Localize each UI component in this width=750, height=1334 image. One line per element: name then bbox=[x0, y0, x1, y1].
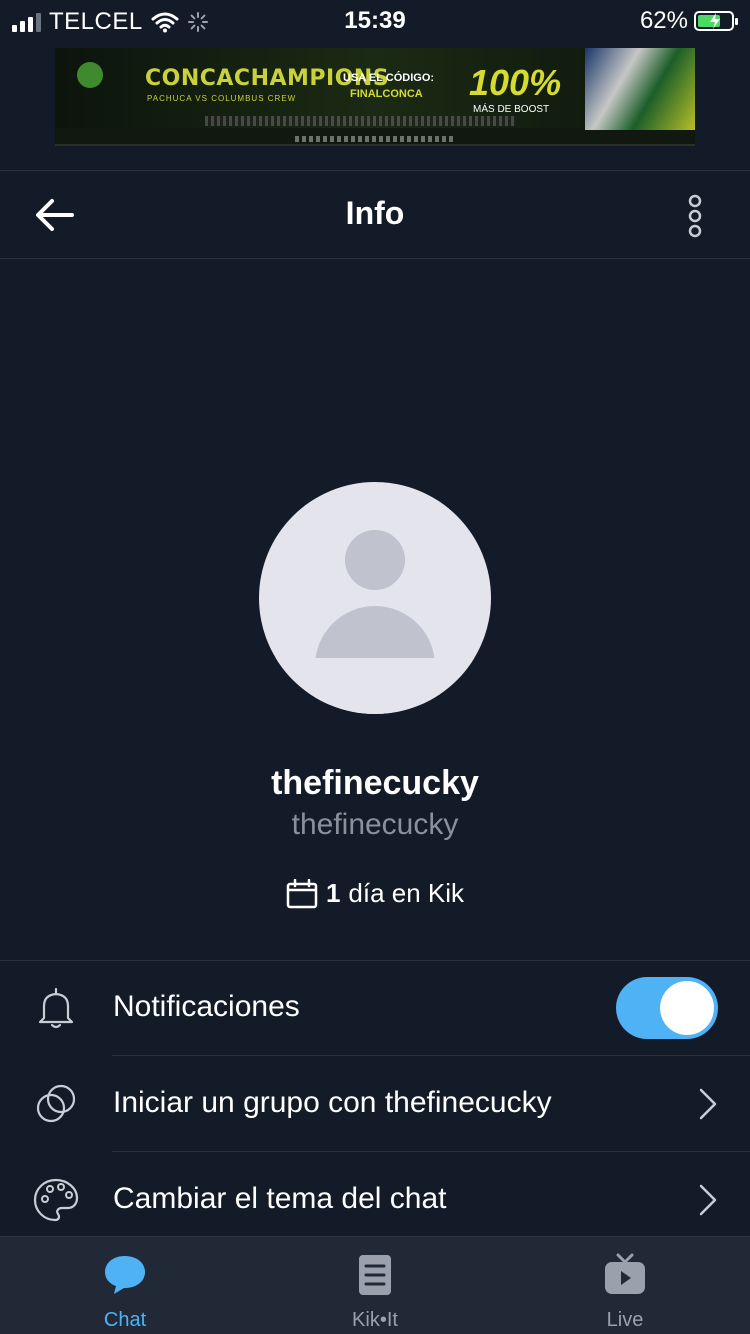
avatar-head bbox=[345, 530, 405, 590]
ad-code-label: USA EL CÓDIGO: bbox=[343, 72, 435, 84]
start-group-row[interactable]: Iniciar un grupo con thefinecucky bbox=[0, 1056, 750, 1152]
ad-strip-decoration bbox=[205, 116, 515, 126]
member-since: 1 día en Kik bbox=[0, 878, 750, 909]
chevron-right-icon bbox=[699, 1184, 717, 1216]
chevron-right-icon bbox=[699, 1088, 717, 1120]
days-count: 1 bbox=[325, 878, 341, 908]
toggle-knob bbox=[660, 981, 714, 1035]
nav-label-chat: Chat bbox=[103, 1309, 147, 1331]
display-name: thefinecucky bbox=[271, 764, 479, 802]
start-group-label: Iniciar un grupo con thefinecucky bbox=[113, 1086, 552, 1119]
notifications-toggle[interactable] bbox=[616, 977, 718, 1039]
ad-percent: 100% bbox=[469, 62, 562, 103]
notifications-label: Notificaciones bbox=[113, 990, 300, 1023]
header-bottom-divider bbox=[0, 258, 750, 259]
header: Info bbox=[0, 171, 750, 259]
avatar[interactable] bbox=[259, 482, 491, 714]
nav-label-kikit: Kik•It bbox=[352, 1309, 398, 1331]
ad-fine-print bbox=[295, 136, 455, 142]
status-bar: TELCEL 15:39 62% bbox=[0, 0, 750, 42]
nav-item-kikit[interactable]: Kik•It bbox=[250, 1237, 500, 1334]
nav-item-chat[interactable]: Chat bbox=[0, 1237, 250, 1334]
ad-banner[interactable]: CONCACHAMPIONS PACHUCA VS COLUMBUS CREW … bbox=[55, 48, 695, 146]
more-options-icon[interactable] bbox=[680, 191, 710, 241]
bell-icon bbox=[38, 987, 74, 1029]
days-text: día en Kik bbox=[348, 878, 465, 908]
tv-play-icon bbox=[605, 1253, 645, 1294]
document-list-icon bbox=[359, 1255, 391, 1295]
nav-item-live[interactable]: Live bbox=[500, 1237, 750, 1334]
change-theme-label: Cambiar el tema del chat bbox=[113, 1182, 447, 1215]
battery-percent: 62% bbox=[639, 7, 688, 34]
status-time: 15:39 bbox=[344, 7, 406, 34]
ad-boost-text: MÁS DE BOOST bbox=[473, 104, 550, 115]
username: thefinecucky bbox=[291, 808, 459, 841]
ad-players-image bbox=[585, 48, 695, 130]
palette-icon bbox=[33, 1178, 79, 1222]
chat-bubble-icon bbox=[105, 1256, 145, 1294]
calendar-icon bbox=[286, 878, 318, 908]
page-title: Info bbox=[345, 195, 405, 231]
ad-subtitle: PACHUCA VS COLUMBUS CREW bbox=[147, 94, 297, 103]
ad-brand-logo bbox=[63, 62, 123, 112]
nav-label-live: Live bbox=[606, 1309, 644, 1331]
notifications-row: Notificaciones bbox=[0, 960, 750, 1056]
status-right: 62% bbox=[639, 7, 738, 35]
bottom-nav: Chat Kik•It Live bbox=[0, 1236, 750, 1334]
change-theme-row[interactable]: Cambiar el tema del chat bbox=[0, 1152, 750, 1248]
ad-code: FINALCONCA bbox=[350, 88, 423, 100]
battery-icon bbox=[694, 11, 738, 31]
group-circles-icon bbox=[36, 1084, 76, 1123]
